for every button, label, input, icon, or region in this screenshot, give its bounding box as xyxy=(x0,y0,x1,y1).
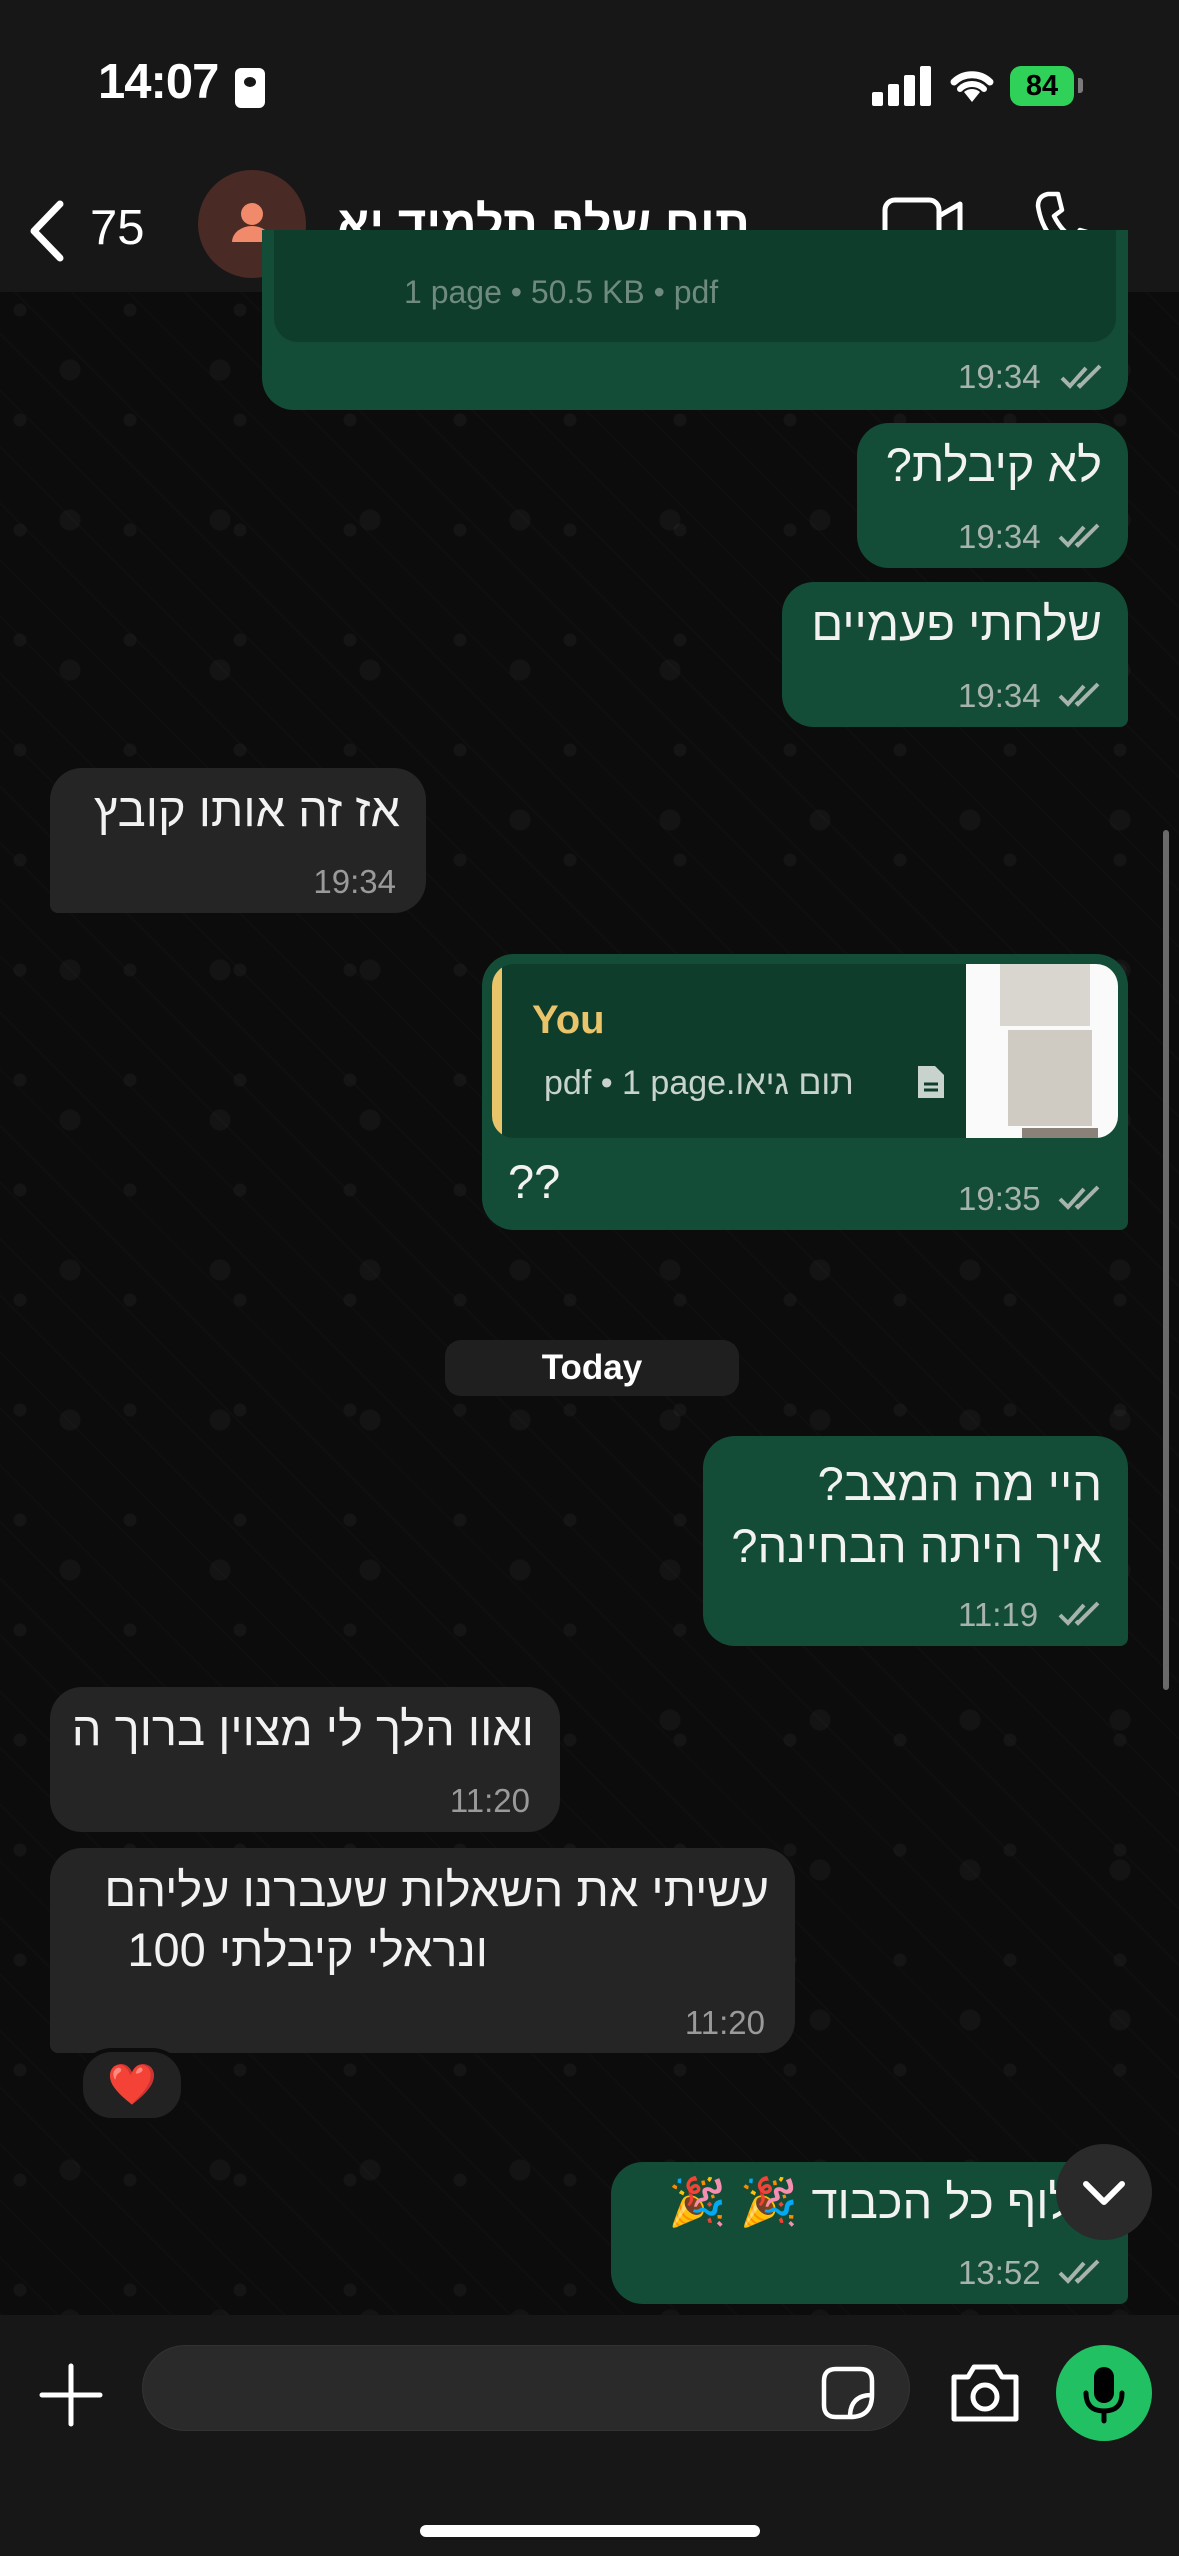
status-time: 14:07 xyxy=(98,55,219,109)
read-ticks-icon xyxy=(1058,523,1100,548)
quote-author: You xyxy=(532,998,605,1042)
message-time: 19:34 xyxy=(313,863,396,900)
message-text: ?? xyxy=(508,1155,561,1208)
scroll-to-bottom-button[interactable] xyxy=(1056,2144,1152,2240)
message-time: 19:34 xyxy=(958,518,1041,555)
message-time: 19:34 xyxy=(958,358,1041,395)
message-time: 19:34 xyxy=(958,677,1041,714)
message-text: אז זה אותו קובץ xyxy=(93,783,400,836)
message-bubble-reply[interactable]: You pdf • 1 page.תום גיאו ?? 19:35 xyxy=(482,954,1128,1230)
scrollbar[interactable] xyxy=(1163,830,1169,1690)
chevron-left-icon[interactable] xyxy=(22,198,72,264)
message-bubble-incoming[interactable]: אז זה אותו קובץ 19:34 xyxy=(50,768,426,913)
quote-bar xyxy=(492,964,502,1138)
microphone-button[interactable] xyxy=(1056,2345,1152,2441)
cellular-signal-icon xyxy=(872,62,932,106)
battery-indicator: 84 xyxy=(1010,66,1074,106)
message-bubble-outgoing[interactable]: היי מה המצב? איך היתה הבחינה? 11:19 xyxy=(703,1436,1128,1646)
message-bubble-outgoing[interactable]: שלחתי פעמיים 19:34 xyxy=(782,582,1128,727)
read-ticks-icon xyxy=(1060,364,1102,389)
wifi-icon xyxy=(950,71,994,102)
sim-card-icon xyxy=(235,68,265,108)
message-text-line-2: ונראלי קיבלתי 100 xyxy=(127,1923,488,1976)
message-time: 13:52 xyxy=(958,2254,1041,2291)
message-time: 11:19 xyxy=(958,1596,1039,1633)
document-icon xyxy=(918,1066,944,1098)
quoted-message[interactable]: You pdf • 1 page.תום גיאו xyxy=(492,964,1118,1138)
document-meta: 1 page • 50.5 KB • pdf xyxy=(404,274,719,310)
status-bar: 14:07 84 xyxy=(0,0,1179,170)
read-ticks-icon xyxy=(1058,2259,1100,2284)
message-text-line-1: עשיתי את השאלות שעברנו עליהם xyxy=(104,1863,769,1916)
microphone-icon xyxy=(1083,2367,1125,2424)
battery-level: 84 xyxy=(1025,70,1059,102)
message-text: ואוו הלך לי מצוין ברוך ה xyxy=(71,1702,534,1755)
home-indicator xyxy=(420,2525,760,2537)
quote-file-name: pdf • 1 page.תום גיאו xyxy=(544,1064,854,1102)
camera-icon[interactable] xyxy=(948,2361,1022,2425)
read-ticks-icon xyxy=(1058,682,1100,707)
message-text: אלוף כל הכבוד 🎉 🎉 xyxy=(668,2175,1102,2228)
message-bubble-outgoing[interactable]: לא קיבלת? 19:34 xyxy=(857,423,1128,568)
sticker-icon[interactable] xyxy=(820,2365,876,2421)
unread-count[interactable]: 75 xyxy=(90,200,145,256)
message-bubble-incoming[interactable]: עשיתי את השאלות שעברנו עליהם ונראלי קיבל… xyxy=(50,1848,795,2053)
message-time: 19:35 xyxy=(958,1180,1041,1217)
document-preview: 1 page • 50.5 KB • pdf xyxy=(274,230,1116,342)
chevron-down-icon xyxy=(1083,2181,1125,2205)
message-input[interactable] xyxy=(142,2345,910,2431)
message-text: לא קיבלת? xyxy=(885,438,1102,491)
message-input-bar xyxy=(0,2315,1179,2556)
message-bubble-document[interactable]: 1 page • 50.5 KB • pdf 19:34 xyxy=(262,230,1128,410)
battery-tip xyxy=(1078,78,1083,93)
message-bubble-incoming[interactable]: ואוו הלך לי מצוין ברוך ה 11:20 xyxy=(50,1687,560,1832)
message-text: שלחתי פעמיים xyxy=(811,597,1102,650)
document-thumbnail xyxy=(966,964,1118,1138)
message-time: 11:20 xyxy=(449,1782,530,1819)
date-separator: Today xyxy=(445,1340,739,1396)
plus-icon[interactable] xyxy=(36,2360,106,2430)
message-text-line-1: היי מה המצב? xyxy=(817,1457,1102,1510)
read-ticks-icon xyxy=(1058,1185,1100,1210)
heart-reaction[interactable]: ❤️ xyxy=(79,2048,185,2122)
read-ticks-icon xyxy=(1058,1601,1100,1626)
message-bubble-outgoing[interactable]: אלוף כל הכבוד 🎉 🎉 13:52 xyxy=(611,2162,1128,2304)
message-text-line-2: איך היתה הבחינה? xyxy=(731,1519,1102,1572)
message-time: 11:20 xyxy=(684,2004,765,2041)
